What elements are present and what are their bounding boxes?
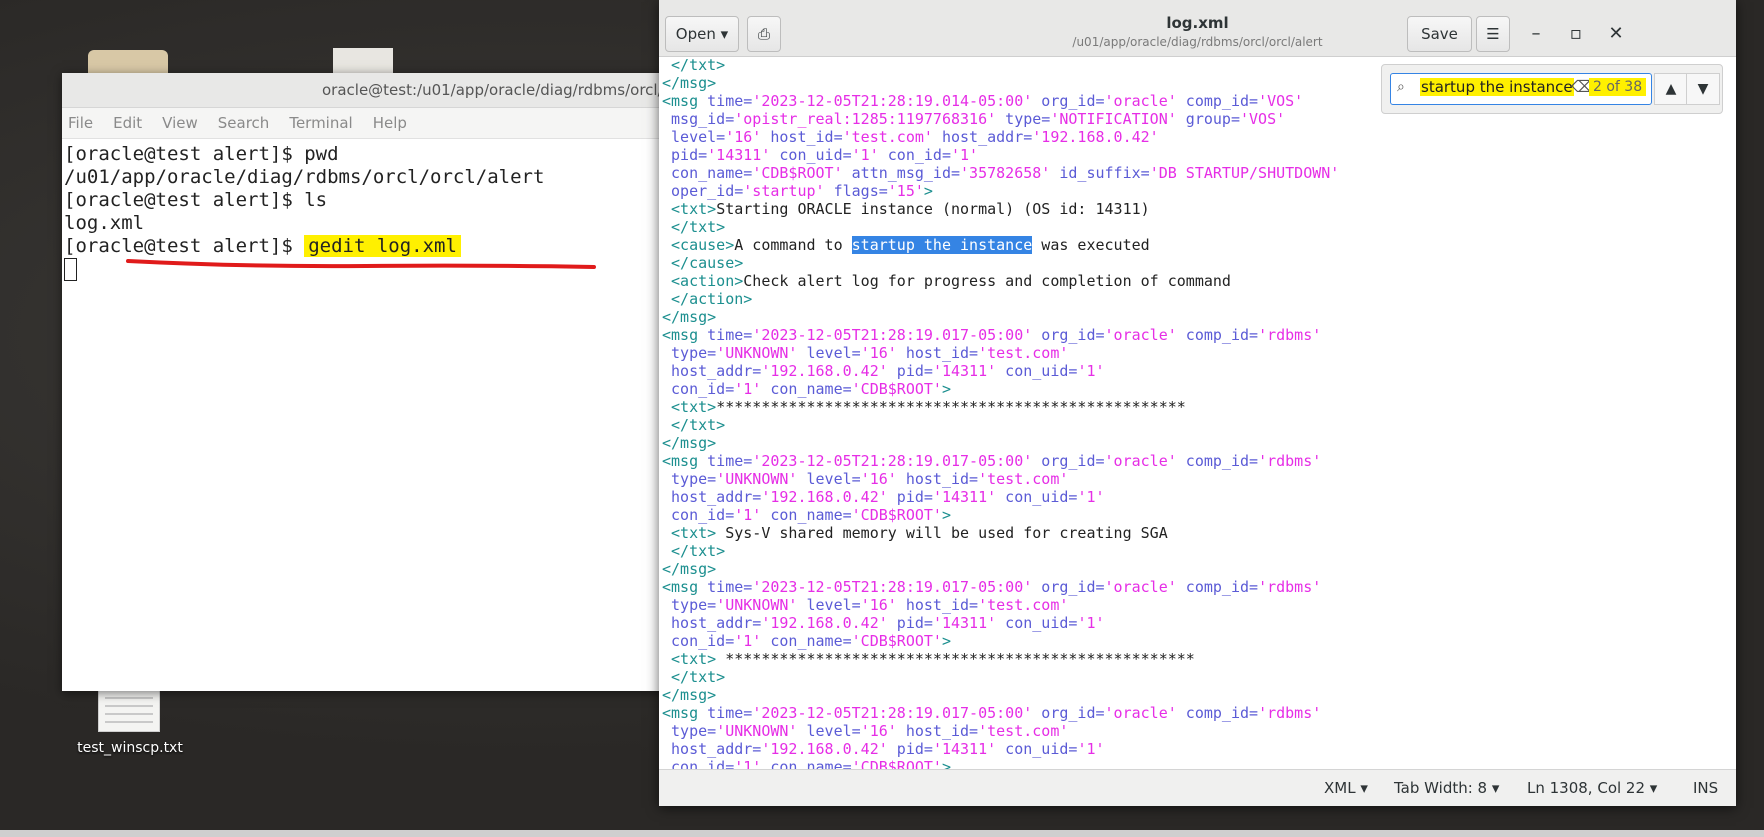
search-match-highlight: startup the instance	[851, 236, 1033, 254]
code-line[interactable]: <msg time='2023-12-05T21:28:19.017-05:00…	[662, 326, 1736, 344]
menu-search[interactable]: Search	[218, 114, 270, 132]
code-line[interactable]: </msg>	[662, 434, 1736, 452]
code-line[interactable]: con_id='1' con_name='CDB$ROOT'>	[662, 758, 1736, 769]
prompt: [oracle@test alert]$	[64, 143, 305, 165]
output: /u01/app/oracle/diag/rdbms/orcl/orcl/ale…	[64, 166, 545, 188]
code-line[interactable]: <action>Check alert log for progress and…	[662, 272, 1736, 290]
code-line[interactable]: host_addr='192.168.0.42' pid='14311' con…	[662, 614, 1736, 632]
code-line[interactable]: level='16' host_id='test.com' host_addr=…	[662, 128, 1736, 146]
maximize-button[interactable]: ▫	[1562, 20, 1590, 48]
previous-match-button[interactable]: ▲	[1654, 73, 1688, 105]
header-bar: Open ▾ ⎙ log.xml /u01/app/oracle/diag/rd…	[659, 0, 1736, 57]
code-line[interactable]: <msg time='2023-12-05T21:28:19.017-05:00…	[662, 578, 1736, 596]
code-line[interactable]: </msg>	[662, 560, 1736, 578]
code-line[interactable]: </txt>	[662, 668, 1736, 686]
terminal-line: [oracle@test alert]$ pwd	[64, 143, 670, 166]
code-line[interactable]: </txt>	[662, 542, 1736, 560]
status-bar: XML ▾ Tab Width: 8 ▾ Ln 1308, Col 22 ▾ I…	[659, 769, 1736, 806]
code-line[interactable]: type='UNKNOWN' level='16' host_id='test.…	[662, 470, 1736, 488]
code-line[interactable]: oper_id='startup' flags='15'>	[662, 182, 1736, 200]
next-match-button[interactable]: ▼	[1686, 73, 1720, 105]
output: log.xml	[64, 212, 145, 234]
hamburger-icon: ☰	[1486, 25, 1500, 43]
terminal-line: /u01/app/oracle/diag/rdbms/orcl/orcl/ale…	[64, 166, 670, 189]
code-line[interactable]: </txt>	[662, 416, 1736, 434]
code-text[interactable]: </txt> </msg> <msg time='2023-12-05T21:28:…	[659, 56, 1736, 769]
desktop-document-icon[interactable]	[333, 48, 393, 76]
code-line[interactable]: </msg>	[662, 686, 1736, 704]
desktop-file-icon[interactable]	[98, 690, 160, 732]
insert-mode[interactable]: INS	[1693, 779, 1718, 797]
terminal-window: oracle@test:/u01/app/oracle/diag/rdbms/o…	[62, 73, 672, 691]
gedit-window: Open ▾ ⎙ log.xml /u01/app/oracle/diag/rd…	[659, 0, 1736, 806]
code-line[interactable]: type='UNKNOWN' level='16' host_id='test.…	[662, 722, 1736, 740]
search-input[interactable]: ⌕ startup the instance ⌫ 2 of 38	[1390, 73, 1652, 105]
prompt: [oracle@test alert]$	[64, 189, 305, 211]
desktop-file-label[interactable]: test_winscp.txt	[60, 740, 200, 756]
close-button[interactable]: ✕	[1602, 20, 1630, 48]
tab-width-selector[interactable]: Tab Width: 8 ▾	[1394, 779, 1499, 797]
menu-button[interactable]: ☰	[1476, 16, 1510, 52]
code-line[interactable]: con_name='CDB$ROOT' attn_msg_id='3578265…	[662, 164, 1736, 182]
menu-edit[interactable]: Edit	[113, 114, 142, 132]
minimize-button[interactable]: –	[1522, 20, 1550, 48]
terminal-cursor	[64, 258, 77, 281]
code-line[interactable]: </action>	[662, 290, 1736, 308]
code-line[interactable]: <txt> **********************************…	[662, 650, 1736, 668]
code-line[interactable]: <msg time='2023-12-05T21:28:19.017-05:00…	[662, 452, 1736, 470]
search-query: startup the instance	[1420, 78, 1574, 96]
command-highlighted: gedit log.xml	[304, 235, 461, 257]
save-button[interactable]: Save	[1407, 16, 1472, 52]
terminal-menubar: File Edit View Search Terminal Help	[62, 108, 672, 139]
terminal-line: log.xml	[64, 212, 670, 235]
code-line[interactable]: con_id='1' con_name='CDB$ROOT'>	[662, 380, 1736, 398]
menu-terminal[interactable]: Terminal	[289, 114, 352, 132]
search-bar: ⌕ startup the instance ⌫ 2 of 38 ▲ ▼	[1381, 64, 1723, 114]
menu-view[interactable]: View	[162, 114, 198, 132]
code-line[interactable]: <msg time='2023-12-05T21:28:19.017-05:00…	[662, 704, 1736, 722]
code-line[interactable]: host_addr='192.168.0.42' pid='14311' con…	[662, 362, 1736, 380]
red-underline-annotation	[126, 259, 596, 269]
code-line[interactable]: </msg>	[662, 308, 1736, 326]
bottom-edge	[0, 830, 1764, 837]
code-line[interactable]: </txt>	[662, 218, 1736, 236]
scrollbar[interactable]	[1728, 126, 1734, 746]
menu-file[interactable]: File	[68, 114, 93, 132]
editor-view[interactable]: </txt> </msg> <msg time='2023-12-05T21:28:…	[659, 56, 1736, 769]
code-line[interactable]: <cause>A command to startup the instance…	[662, 236, 1736, 254]
code-line[interactable]: host_addr='192.168.0.42' pid='14311' con…	[662, 740, 1736, 758]
prompt: [oracle@test alert]$	[64, 235, 305, 257]
language-selector[interactable]: XML ▾	[1324, 779, 1368, 797]
code-line[interactable]: type='UNKNOWN' level='16' host_id='test.…	[662, 596, 1736, 614]
terminal-line: [oracle@test alert]$ ls	[64, 189, 670, 212]
code-line[interactable]: pid='14311' con_uid='1' con_id='1'	[662, 146, 1736, 164]
match-count: 2 of 38	[1589, 78, 1647, 96]
cursor-position[interactable]: Ln 1308, Col 22 ▾	[1527, 779, 1657, 797]
command: pwd	[304, 143, 339, 165]
chevron-down-icon: ▼	[1697, 81, 1709, 97]
code-line[interactable]: host_addr='192.168.0.42' pid='14311' con…	[662, 488, 1736, 506]
code-line[interactable]: type='UNKNOWN' level='16' host_id='test.…	[662, 344, 1736, 362]
code-line[interactable]: <txt>***********************************…	[662, 398, 1736, 416]
search-icon: ⌕	[1397, 79, 1405, 95]
code-line[interactable]: <txt>Starting ORACLE instance (normal) (…	[662, 200, 1736, 218]
desktop-folder-icon[interactable]	[88, 50, 168, 74]
code-line[interactable]: con_id='1' con_name='CDB$ROOT'>	[662, 506, 1736, 524]
code-line[interactable]: con_id='1' con_name='CDB$ROOT'>	[662, 632, 1736, 650]
menu-help[interactable]: Help	[373, 114, 407, 132]
chevron-up-icon: ▲	[1665, 81, 1677, 97]
code-line[interactable]: </cause>	[662, 254, 1736, 272]
command: ls	[304, 189, 328, 211]
code-line[interactable]: <txt> Sys-V shared memory will be used f…	[662, 524, 1736, 542]
terminal-title: oracle@test:/u01/app/oracle/diag/rdbms/o…	[62, 73, 672, 108]
